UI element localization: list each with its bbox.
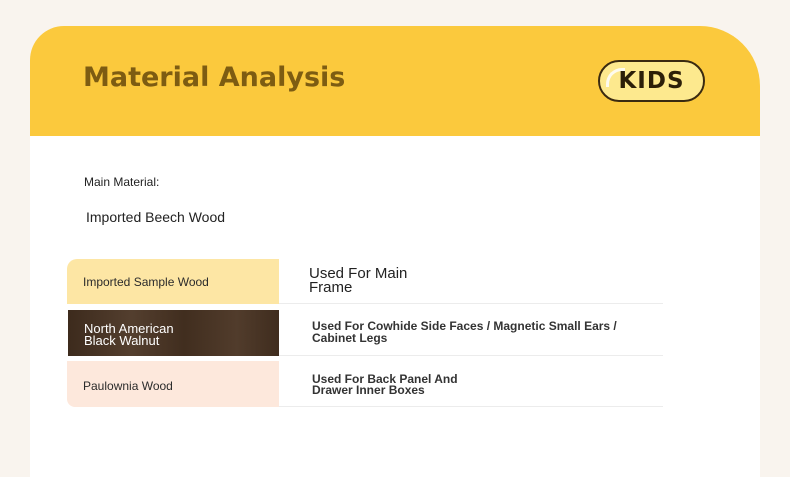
material-usage-line-2: Frame bbox=[309, 279, 353, 296]
material-swatch-paulownia: Paulownia Wood bbox=[67, 361, 279, 407]
material-usage: Used For Main Frame bbox=[309, 266, 407, 296]
material-name: Imported Sample Wood bbox=[83, 275, 209, 289]
main-material-label: Main Material: bbox=[84, 175, 160, 189]
row-divider bbox=[279, 406, 663, 407]
row-divider bbox=[279, 303, 663, 304]
material-row-sample-wood: Imported Sample Wood Used For Main Frame bbox=[67, 259, 663, 304]
row-divider bbox=[279, 355, 663, 356]
material-usage: Used For Cowhide Side Faces / Magnetic S… bbox=[312, 320, 617, 344]
kids-badge-label: KIDS bbox=[618, 68, 685, 94]
material-swatch-black-walnut: North American Black Walnut bbox=[68, 310, 279, 356]
material-usage: Used For Back Panel And Drawer Inner Box… bbox=[312, 373, 458, 397]
material-usage-line-2: Drawer Inner Boxes bbox=[312, 383, 425, 397]
header-banner: Material Analysis KIDS bbox=[30, 26, 760, 136]
material-name: North American Black Walnut bbox=[84, 322, 174, 348]
kids-badge: KIDS bbox=[598, 60, 705, 102]
page-title: Material Analysis bbox=[83, 62, 346, 93]
material-row-paulownia: Paulownia Wood Used For Back Panel And D… bbox=[67, 361, 663, 407]
material-analysis-card: Material Analysis KIDS bbox=[30, 26, 760, 477]
material-row-black-walnut: North American Black Walnut Used For Cow… bbox=[67, 310, 663, 356]
material-name: Paulownia Wood bbox=[83, 379, 173, 393]
main-material-value: Imported Beech Wood bbox=[86, 209, 226, 225]
material-name-line-2: Black Walnut bbox=[84, 333, 160, 348]
material-swatch-sample-wood: Imported Sample Wood bbox=[67, 259, 279, 304]
material-usage-line-2: Cabinet Legs bbox=[312, 331, 388, 345]
